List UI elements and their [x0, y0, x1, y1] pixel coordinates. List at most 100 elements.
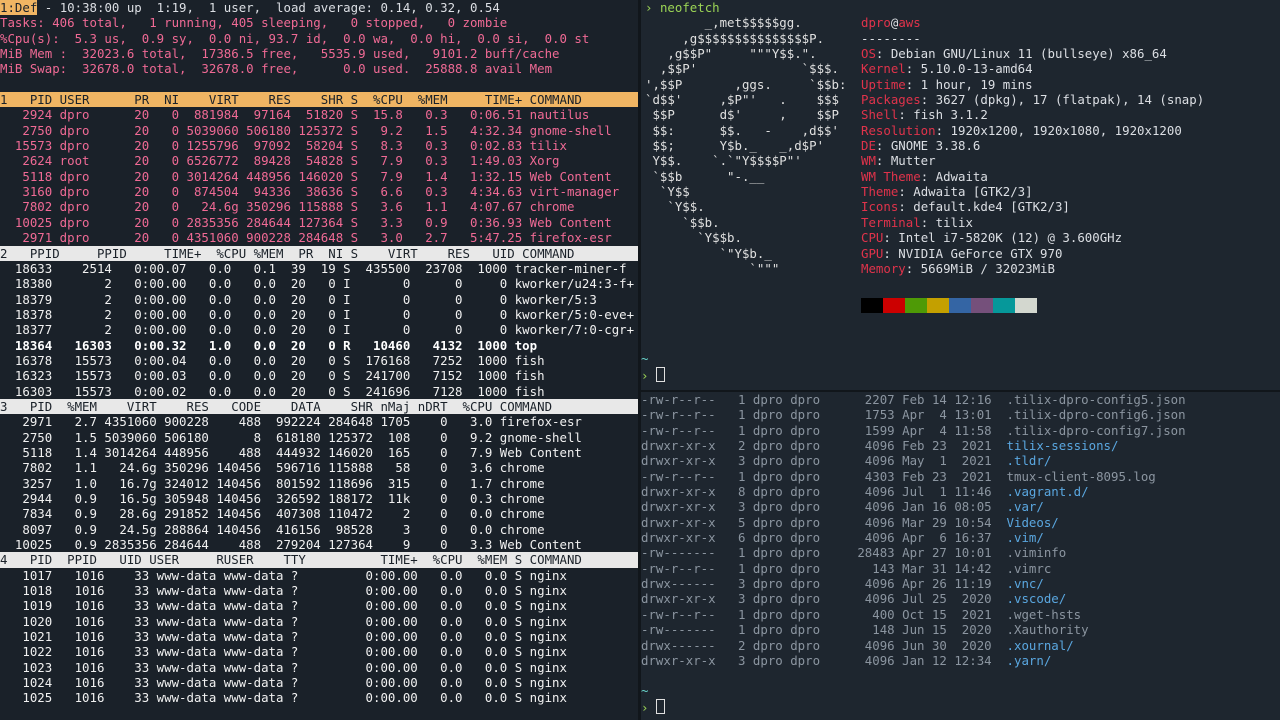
file-permissions: -rw-r--r--: [641, 422, 716, 438]
process-row: 16378 15573 0:00.04 0.0 0.0 20 0 S 17616…: [0, 352, 545, 368]
file-row: drwxr-xr-x 3 dpro dpro 4096 May 1 2021 .…: [641, 453, 1280, 468]
process-row: 2750 1.5 5039060 506180 8 618180 125372 …: [0, 429, 582, 445]
section1-rows: 2924 dpro 20 0 881984 97164 51820 S 15.8…: [0, 107, 638, 245]
info-value: : 1 hour, 19 mins: [905, 76, 1033, 92]
directory-name[interactable]: .vim/: [1007, 530, 1044, 545]
directory-name[interactable]: Videos/: [1007, 515, 1059, 530]
info-key: Uptime: [861, 76, 906, 92]
process-row: 1022 1016 33 www-data www-data ? 0:00.00…: [0, 644, 567, 660]
file-name[interactable]: .tilix-dpro-config5.json: [1007, 392, 1186, 407]
file-name[interactable]: tmux-client-8095.log: [1007, 469, 1156, 484]
logo-line: $$P d$' , $$P: [645, 107, 839, 123]
file-name[interactable]: .Xauthority: [1007, 622, 1089, 637]
directory-name[interactable]: .vagrant.d/: [1007, 484, 1089, 499]
directory-name[interactable]: .vnc/: [1007, 576, 1044, 591]
info-key: Theme: [861, 184, 899, 200]
file-meta: 1 dpro dpro 28483 Apr 27 10:01: [715, 545, 1007, 561]
color-swatch: [883, 297, 905, 313]
top-terminal-pane[interactable]: 1:Def - 10:38:00 up 1:19, 1 user, load a…: [0, 0, 638, 720]
process-row: 16323 15573 0:00.03 0.0 0.0 20 0 S 24170…: [0, 368, 545, 384]
file-meta: 3 dpro dpro 4096 Jan 16 08:05: [715, 499, 1007, 515]
file-row: drwxr-xr-x 6 dpro dpro 4096 Apr 6 16:37 …: [641, 530, 1280, 545]
process-row: 10025 dpro 20 0 2835356 284644 127364 S …: [0, 214, 612, 230]
directory-name[interactable]: .var/: [1007, 499, 1044, 514]
file-row: -rw------- 1 dpro dpro 28483 Apr 27 10:0…: [641, 545, 1280, 560]
info-key: DE: [861, 138, 876, 154]
process-row: 2971 dpro 20 0 4351060 900228 284648 S 3…: [0, 230, 612, 246]
process-row: 2971 2.7 4351060 900228 488 992224 28464…: [0, 414, 582, 430]
file-permissions: drwxr-xr-x: [641, 652, 716, 668]
process-row: 2750 dpro 20 0 5039060 506180 125372 S 9…: [0, 122, 612, 138]
info-row: OS: Debian GNU/Linux 11 (bullseye) x86_6…: [861, 46, 1204, 61]
ls-terminal-pane[interactable]: -rw-r--r-- 1 dpro dpro 2207 Feb 14 12:16…: [641, 392, 1280, 720]
color-swatch: [1015, 297, 1037, 313]
info-key: Shell: [861, 107, 899, 123]
color-swatch: [927, 297, 949, 313]
neofetch-terminal-pane[interactable]: › neofetch _,met$$$$$gg. ,g$$$$$$$$$$$$$…: [641, 0, 1280, 390]
system-info: dpro@aws -------- OS: Debian GNU/Linux 1…: [861, 15, 1204, 313]
info-value: : fish 3.1.2: [898, 107, 988, 123]
file-meta: 1 dpro dpro 2207 Feb 14 12:16: [715, 392, 1007, 407]
logo-line: ,g$$P" """Y$$.".: [645, 46, 817, 62]
directory-name[interactable]: .xournal/: [1007, 638, 1074, 653]
info-value: : Debian GNU/Linux 11 (bullseye) x86_64: [875, 46, 1167, 62]
file-permissions: drwx------: [641, 637, 716, 653]
info-value: : NVIDIA GeForce GTX 970: [883, 245, 1063, 261]
file-name[interactable]: .viminfo: [1007, 545, 1067, 560]
file-name[interactable]: .wget-hsts: [1007, 607, 1082, 622]
top-summary-line: 1:Def - 10:38:00 up 1:19, 1 user, load a…: [0, 0, 638, 15]
cursor-block: [655, 699, 665, 714]
file-meta: 6 dpro dpro 4096 Apr 6 16:37: [715, 530, 1007, 546]
logo-line: `"Y$b._: [645, 245, 772, 261]
logo-line: `d$$' ,$P"' . $$$: [645, 92, 839, 108]
cursor-block: [655, 367, 665, 382]
prompt-symbol: ›: [641, 368, 649, 383]
logo-line: `$$b "-.__: [645, 168, 765, 184]
directory-name[interactable]: .vscode/: [1007, 591, 1067, 606]
cwd-tilde: ~: [641, 351, 649, 366]
info-key: WM Theme: [861, 168, 921, 184]
file-name[interactable]: .vimrc: [1007, 561, 1052, 576]
file-name[interactable]: .tilix-dpro-config7.json: [1007, 423, 1186, 438]
prompt-line[interactable]: ›: [641, 699, 665, 715]
color-swatch: [861, 297, 883, 313]
file-meta: 1 dpro dpro 1599 Apr 4 11:58: [715, 422, 1007, 438]
file-row: drwxr-xr-x 3 dpro dpro 4096 Jul 25 2020 …: [641, 591, 1280, 606]
process-row: 2944 0.9 16.5g 305948 140456 326592 1881…: [0, 491, 545, 506]
file-row: drwxr-xr-x 5 dpro dpro 4096 Mar 29 10:54…: [641, 515, 1280, 530]
command-line: › neofetch: [641, 0, 1280, 15]
file-row: drwxr-xr-x 2 dpro dpro 4096 Feb 23 2021 …: [641, 438, 1280, 453]
prompt-line[interactable]: ›: [641, 367, 665, 383]
file-name[interactable]: .tilix-dpro-config6.json: [1007, 407, 1186, 422]
process-row: 1020 1016 33 www-data www-data ? 0:00.00…: [0, 613, 567, 629]
directory-name[interactable]: .tldr/: [1007, 453, 1052, 468]
color-swatch: [905, 297, 927, 313]
directory-name[interactable]: tilix-sessions/: [1007, 438, 1119, 453]
section4-header: 4 PID PPID UID USER RUSER TTY TIME+ %CPU…: [0, 552, 638, 568]
process-row: 3160 dpro 20 0 874504 94336 38636 S 6.6 …: [0, 184, 620, 200]
directory-name[interactable]: .yarn/: [1007, 653, 1052, 668]
info-key: GPU: [861, 245, 884, 261]
info-value: : 5.10.0-13-amd64: [905, 61, 1033, 77]
logo-line: `Y$$b.: [645, 230, 742, 246]
process-row: 18364 16303 0:00.32 1.0 0.0 20 0 R 10460…: [0, 337, 538, 353]
file-meta: 2 dpro dpro 4096 Jun 30 2020: [715, 637, 1007, 653]
process-row: 1019 1016 33 www-data www-data ? 0:00.00…: [0, 598, 567, 614]
file-meta: 1 dpro dpro 400 Oct 15 2021: [715, 606, 1007, 622]
file-row: -rw-r--r-- 1 dpro dpro 143 Mar 31 14:42 …: [641, 561, 1280, 576]
info-row: Icons: default.kde4 [GTK2/3]: [861, 199, 1204, 214]
info-row: WM Theme: Adwaita: [861, 169, 1204, 184]
info-separator: --------: [861, 30, 921, 46]
info-value: : 5669MiB / 32023MiB: [905, 260, 1055, 276]
info-value: : Mutter: [875, 153, 936, 169]
process-row: 18378 2 0:00.00 0.0 0.0 20 0 I 0 0 0 kwo…: [0, 306, 635, 322]
process-row: 7834 0.9 28.6g 291852 140456 407308 1104…: [0, 506, 545, 522]
process-row: 7802 dpro 20 0 24.6g 350296 115888 S 3.6…: [0, 199, 575, 215]
cpu-line: %Cpu(s): 5.3 us, 0.9 sy, 0.0 ni, 93.7 id…: [0, 30, 590, 46]
info-value: : default.kde4 [GTK2/3]: [898, 199, 1070, 215]
info-key: Packages: [861, 92, 921, 108]
section4-rows: 1017 1016 33 www-data www-data ? 0:00.00…: [0, 568, 638, 706]
tasks-line: Tasks: 406 total, 1 running, 405 sleepin…: [0, 15, 508, 31]
info-row: Kernel: 5.10.0-13-amd64: [861, 61, 1204, 76]
